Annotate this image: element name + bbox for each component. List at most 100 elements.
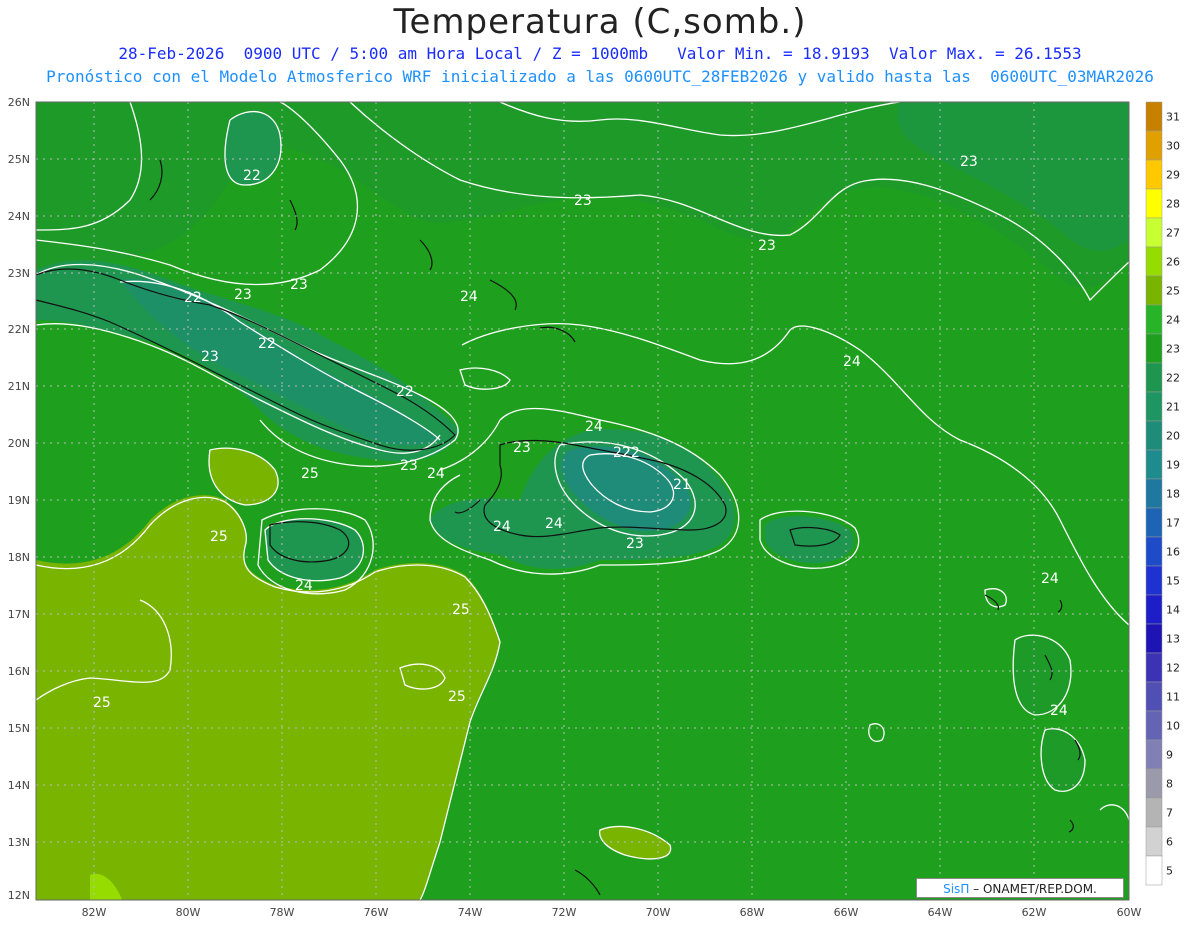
lat-label: 15N (8, 722, 30, 735)
colorbar-label: 16 (1166, 546, 1180, 559)
colorbar-swatch (1145, 710, 1163, 741)
colorbar-swatch (1145, 565, 1163, 596)
colorbar-label: 18 (1166, 488, 1180, 501)
lon-label: 64W (928, 906, 953, 919)
lat-label: 16N (8, 665, 30, 678)
contour-label: 24 (585, 419, 603, 435)
colorbar-swatch (1145, 362, 1163, 393)
lat-label: 20N (8, 437, 30, 450)
colorbar-label: 27 (1166, 227, 1180, 240)
colorbar-swatch (1145, 478, 1163, 509)
contour-label: 22 (396, 384, 414, 400)
contour-label: 24 (1050, 703, 1068, 719)
contour-label: 24 (545, 516, 563, 532)
lat-label: 25N (8, 153, 30, 166)
colorbar-label: 24 (1166, 314, 1180, 327)
colorbar-label: 22 (1166, 372, 1180, 385)
lat-label: 18N (8, 551, 30, 564)
colorbar-swatch (1145, 275, 1163, 306)
colorbar-swatch (1145, 594, 1163, 625)
colorbar-label: 30 (1166, 140, 1180, 153)
lat-label: 24N (8, 210, 30, 223)
contour-label: 24 (427, 466, 445, 482)
colorbar-swatch (1145, 101, 1163, 132)
colorbar-label: 10 (1166, 720, 1180, 733)
colorbar-swatch (1145, 188, 1163, 219)
colorbar-label: 7 (1166, 807, 1173, 820)
colorbar-label: 20 (1166, 430, 1180, 443)
lat-label: 21N (8, 380, 30, 393)
colorbar-label: 29 (1166, 169, 1180, 182)
colorbar-label: 19 (1166, 459, 1180, 472)
lon-label: 66W (834, 906, 859, 919)
contour-label: 24 (493, 519, 511, 535)
lat-label: 12N (8, 889, 30, 902)
lon-label: 80W (176, 906, 201, 919)
contour-label: 22 (184, 290, 202, 306)
colorbar-label: 26 (1166, 256, 1180, 269)
contour-label: 23 (960, 154, 978, 170)
colorbar-swatch (1145, 536, 1163, 567)
lat-label: 14N (8, 779, 30, 792)
colorbar-label: 12 (1166, 662, 1180, 675)
colorbar-swatch (1145, 768, 1163, 799)
colorbar-swatch (1145, 130, 1163, 161)
colorbar-swatch (1145, 391, 1163, 422)
colorbar-swatch (1145, 739, 1163, 770)
contour-label: 23 (574, 193, 592, 209)
contour-label: 24 (1041, 571, 1059, 587)
lat-label: 19N (8, 494, 30, 507)
colorbar-label: 11 (1166, 691, 1180, 704)
lon-label: 78W (270, 906, 295, 919)
contour-label: 22 (243, 168, 261, 184)
colorbar-label: 15 (1166, 575, 1180, 588)
contour-label: 25 (93, 695, 111, 711)
colorbar-label: 5 (1166, 865, 1173, 878)
colorbar-swatch (1145, 681, 1163, 712)
lat-label: 22N (8, 323, 30, 336)
lon-label: 62W (1022, 906, 1047, 919)
contour-label: 23 (758, 238, 776, 254)
latitude-labels: 26N 25N 24N 23N 22N 21N 20N 19N 18N 17N … (8, 96, 30, 902)
longitude-labels: 82W 80W 78W 76W 74W 72W 70W 68W 66W 64W … (82, 906, 1142, 919)
contour-label: 24 (843, 354, 861, 370)
colorbar-label: 23 (1166, 343, 1180, 356)
colorbar-swatch (1145, 420, 1163, 451)
lon-label: 82W (82, 906, 107, 919)
colorbar: 31 30 29 28 27 26 25 24 23 22 21 20 19 18 17 16 15 14 13 12… (1145, 101, 1180, 886)
credit-box: SisΠ – ONAMET/REP.DOM. (916, 878, 1124, 898)
colorbar-label: 9 (1166, 749, 1173, 762)
colorbar-label: 6 (1166, 836, 1173, 849)
colorbar-swatch (1145, 333, 1163, 364)
colorbar-label: 8 (1166, 778, 1173, 791)
contour-label: 23 (626, 536, 644, 552)
colorbar-swatch (1145, 246, 1163, 277)
colorbar-swatch (1145, 652, 1163, 683)
colorbar-swatch (1145, 304, 1163, 335)
lat-label: 26N (8, 96, 30, 109)
lon-label: 74W (458, 906, 483, 919)
colorbar-label: 14 (1166, 604, 1180, 617)
lat-label: 23N (8, 267, 30, 280)
colorbar-label: 17 (1166, 517, 1180, 530)
colorbar-swatch (1145, 449, 1163, 480)
contour-label: 23 (234, 287, 252, 303)
contour-label: 22 (258, 336, 276, 352)
lon-label: 72W (552, 906, 577, 919)
colorbar-swatch (1145, 826, 1163, 857)
colorbar-swatch (1145, 797, 1163, 828)
contour-label: 23 (201, 349, 219, 365)
contour-label: 25 (448, 689, 466, 705)
lon-label: 60W (1117, 906, 1142, 919)
contour-label: 24 (295, 578, 313, 594)
contour-label: 25 (210, 529, 228, 545)
lat-label: 13N (8, 836, 30, 849)
colorbar-label: 25 (1166, 285, 1180, 298)
contour-label: 23 (400, 458, 418, 474)
contour-label: 23 (290, 277, 308, 293)
contour-label: 21 (673, 477, 691, 493)
colorbar-swatch (1145, 507, 1163, 538)
colorbar-label: 28 (1166, 198, 1180, 211)
lat-label: 17N (8, 608, 30, 621)
colorbar-swatch (1145, 623, 1163, 654)
